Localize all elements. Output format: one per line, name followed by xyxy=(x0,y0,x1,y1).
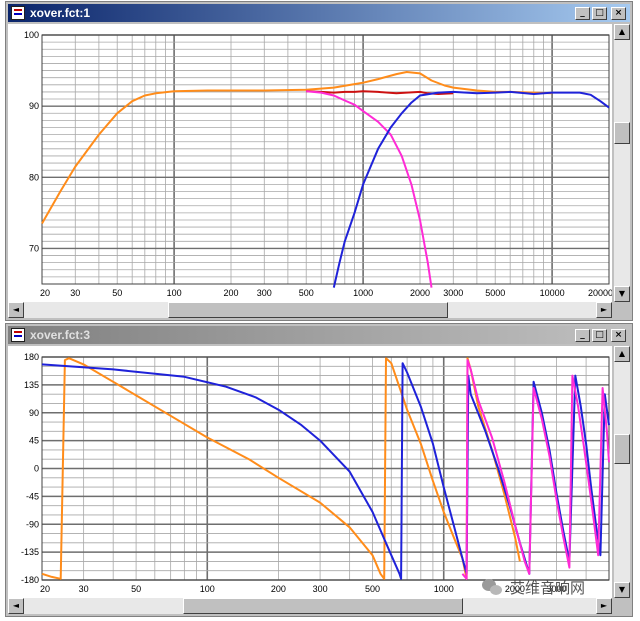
minimize-button[interactable]: _ xyxy=(575,6,590,20)
y-tick-label: -135 xyxy=(21,547,39,557)
size-grip[interactable] xyxy=(614,302,630,318)
x-tick-label: 30 xyxy=(70,288,80,298)
scroll-left-button[interactable]: ◄ xyxy=(8,598,24,614)
phase-plot[interactable]: 180 135 90 45 0 -45 -90 -135 -180 20 30 50 100 200 300… xyxy=(8,346,612,598)
y-tick-label: 80 xyxy=(29,172,39,182)
scroll-thumb[interactable] xyxy=(168,302,448,318)
x-tick-label: 200 xyxy=(271,584,286,594)
window-xover-fct-3: xover.fct:3 _ □ × 180 135 90 45 0 -45 -90 -135 -… xyxy=(5,323,633,617)
title-bar[interactable]: xover.fct:3 _ □ × xyxy=(8,326,630,344)
maximize-button[interactable]: □ xyxy=(592,328,607,342)
x-tick-label: 2000 xyxy=(410,288,430,298)
scroll-down-button[interactable]: ▼ xyxy=(614,286,630,302)
scroll-right-button[interactable]: ► xyxy=(596,598,612,614)
scroll-right-button[interactable]: ► xyxy=(596,302,612,318)
y-tick-label: 180 xyxy=(24,352,39,362)
x-tick-label: 100 xyxy=(200,584,215,594)
y-tick-label: -90 xyxy=(26,519,39,529)
minimize-button[interactable]: _ xyxy=(575,328,590,342)
y-tick-label: 135 xyxy=(24,380,39,390)
x-tick-label: 300 xyxy=(257,288,272,298)
y-tick-label: 90 xyxy=(29,101,39,111)
y-tick-label: 45 xyxy=(29,436,39,446)
window-xover-fct-1: xover.fct:1 _ □ × 100 90 80 70 20 30 50 100 200 3… xyxy=(5,1,633,321)
x-tick-label: 20 xyxy=(40,584,50,594)
title-bar[interactable]: xover.fct:1 _ □ × xyxy=(8,4,630,22)
size-grip[interactable] xyxy=(614,598,630,614)
y-tick-label: -180 xyxy=(21,575,39,585)
close-button[interactable]: × xyxy=(611,6,626,20)
y-tick-label: -45 xyxy=(26,491,39,501)
x-tick-label: 300 xyxy=(313,584,328,594)
maximize-button[interactable]: □ xyxy=(592,6,607,20)
horizontal-scrollbar[interactable]: ◄ ► xyxy=(8,598,612,614)
watermark-text: 艾维音响网 xyxy=(510,579,586,597)
scroll-left-button[interactable]: ◄ xyxy=(8,302,24,318)
scroll-up-button[interactable]: ▲ xyxy=(614,24,630,40)
x-tick-label: 30 xyxy=(79,584,89,594)
phase-chart: 180 135 90 45 0 -45 -90 -135 -18020 30 50 100 200 300… xyxy=(8,346,612,598)
x-tick-label: 20000 xyxy=(588,288,612,298)
app-icon[interactable] xyxy=(11,328,25,342)
x-tick-label: 50 xyxy=(131,584,141,594)
chart-background xyxy=(8,346,612,598)
x-tick-label: 500 xyxy=(299,288,314,298)
x-tick-label: 50 xyxy=(112,288,122,298)
app-icon[interactable] xyxy=(11,6,25,20)
watermark: 艾维音响网 xyxy=(482,577,585,598)
horizontal-scrollbar[interactable]: ◄ ► xyxy=(8,302,612,318)
x-tick-label: 10000 xyxy=(540,288,565,298)
x-tick-label: 3000 xyxy=(443,288,463,298)
window-title: xover.fct:3 xyxy=(30,328,91,342)
x-tick-label: 100 xyxy=(167,288,182,298)
y-tick-label: 70 xyxy=(29,243,39,253)
y-tick-label: 100 xyxy=(24,30,39,40)
y-tick-label: 90 xyxy=(29,408,39,418)
wechat-icon xyxy=(482,578,504,597)
x-tick-label: 20 xyxy=(40,288,50,298)
x-tick-label: 1000 xyxy=(353,288,373,298)
window-title: xover.fct:1 xyxy=(30,6,91,20)
magnitude-plot[interactable]: 100 90 80 70 20 30 50 100 200 300 500 1000 2000 3000 5… xyxy=(8,24,612,302)
y-tick-label: 0 xyxy=(34,464,39,474)
x-tick-label: 500 xyxy=(365,584,380,594)
vertical-scrollbar[interactable]: ▲ ▼ xyxy=(614,24,630,302)
close-button[interactable]: × xyxy=(611,328,626,342)
scroll-thumb[interactable] xyxy=(183,598,463,614)
scroll-up-button[interactable]: ▲ xyxy=(614,346,630,362)
scroll-thumb[interactable] xyxy=(614,434,630,464)
vertical-scrollbar[interactable]: ▲ ▼ xyxy=(614,346,630,598)
x-tick-label: 5000 xyxy=(485,288,505,298)
x-tick-label: 200 xyxy=(223,288,238,298)
scroll-thumb[interactable] xyxy=(614,122,630,144)
x-tick-label: 1000 xyxy=(434,584,454,594)
scroll-down-button[interactable]: ▼ xyxy=(614,582,630,598)
magnitude-chart: 100 90 80 70 20 30 50 100 200 300 500 1000 2000 3000 5… xyxy=(8,24,612,302)
